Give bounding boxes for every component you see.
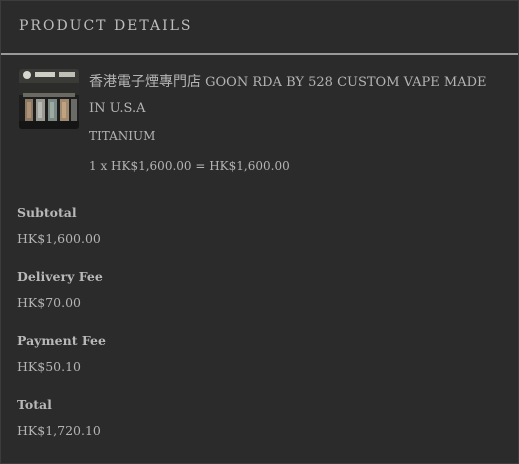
product-line-item: 香港電子煙專門店 GOON RDA BY 528 CUSTOM VAPE MAD… xyxy=(1,55,518,183)
panel-header: PRODUCT DETAILS xyxy=(1,1,518,55)
subtotal-value: HK$1,600.00 xyxy=(17,231,101,246)
product-thumbnail[interactable] xyxy=(19,69,79,129)
panel-title: PRODUCT DETAILS xyxy=(19,18,193,34)
order-summary: Subtotal HK$1,600.00 Delivery Fee HK$70.… xyxy=(17,203,106,459)
product-details-panel: PRODUCT DETAILS 香港電子煙專門店 GOON RDA BY 528… xyxy=(0,0,519,464)
subtotal-label: Subtotal xyxy=(17,205,77,220)
payment-fee-value: HK$50.10 xyxy=(17,359,81,374)
total-label: Total xyxy=(17,397,52,412)
total-row: Total HK$1,720.10 xyxy=(17,395,106,459)
delivery-fee-label: Delivery Fee xyxy=(17,269,103,284)
payment-fee-row: Payment Fee HK$50.10 xyxy=(17,331,106,395)
delivery-fee-row: Delivery Fee HK$70.00 xyxy=(17,267,106,331)
product-info: 香港電子煙專門店 GOON RDA BY 528 CUSTOM VAPE MAD… xyxy=(89,69,498,176)
payment-fee-label: Payment Fee xyxy=(17,333,106,348)
product-name-cn[interactable]: 香港電子煙專門店 xyxy=(89,74,201,90)
delivery-fee-value: HK$70.00 xyxy=(17,295,81,310)
subtotal-row: Subtotal HK$1,600.00 xyxy=(17,203,106,267)
total-value: HK$1,720.10 xyxy=(17,423,101,438)
product-image-icon xyxy=(19,69,79,129)
product-name[interactable]: 香港電子煙專門店 GOON RDA BY 528 CUSTOM VAPE MAD… xyxy=(89,69,498,122)
product-line-calculation: 1 x HK$1,600.00 = HK$1,600.00 xyxy=(89,159,290,173)
product-variant: TITANIUM xyxy=(89,129,156,143)
